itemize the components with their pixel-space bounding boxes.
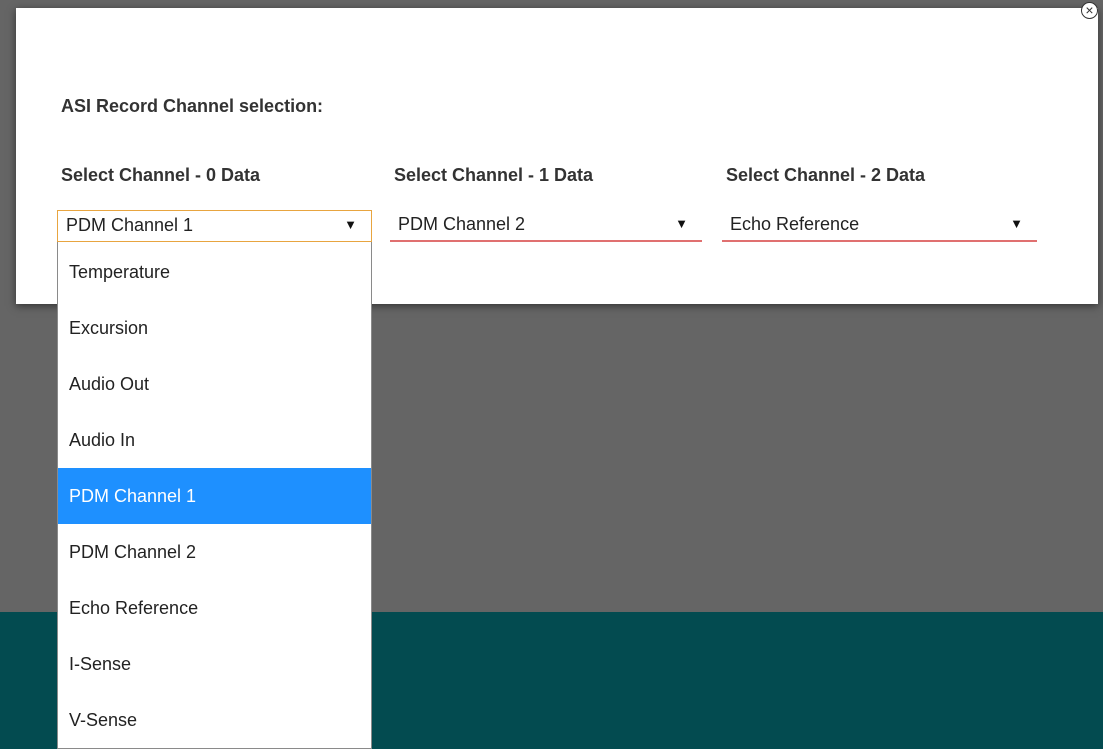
dropdown-option-audio-out[interactable]: Audio Out bbox=[58, 356, 371, 412]
channel-2-label: Select Channel - 2 Data bbox=[726, 165, 926, 185]
dropdown-option-audio-in[interactable]: Audio In bbox=[58, 412, 371, 468]
channel-0-value: PDM Channel 1 bbox=[66, 215, 194, 235]
dropdown-option-excursion[interactable]: Excursion bbox=[58, 300, 371, 356]
close-icon[interactable]: × bbox=[1081, 2, 1098, 19]
dropdown-option-v-sense[interactable]: V-Sense bbox=[58, 692, 371, 748]
channel-1-select[interactable]: PDM Channel 2 ▼ bbox=[390, 210, 702, 242]
chevron-down-icon: ▼ bbox=[1010, 216, 1023, 231]
dropdown-option-pdm-channel-2[interactable]: PDM Channel 2 bbox=[58, 524, 371, 580]
dialog-title: ASI Record Channel selection: bbox=[61, 96, 324, 116]
channel-2-select[interactable]: Echo Reference ▼ bbox=[722, 210, 1037, 242]
dropdown-option-i-sense[interactable]: I-Sense bbox=[58, 636, 371, 692]
chevron-down-icon: ▼ bbox=[344, 217, 357, 232]
channel-0-select[interactable]: PDM Channel 1 ▼ bbox=[57, 210, 372, 242]
dropdown-option-temperature[interactable]: Temperature bbox=[58, 244, 371, 300]
channel-0-label: Select Channel - 0 Data bbox=[61, 165, 261, 185]
dropdown-option-pdm-channel-1[interactable]: PDM Channel 1 bbox=[58, 468, 371, 524]
channel-1-value: PDM Channel 2 bbox=[398, 214, 526, 234]
dropdown-option-echo-reference[interactable]: Echo Reference bbox=[58, 580, 371, 636]
chevron-down-icon: ▼ bbox=[675, 216, 688, 231]
channel-1-label: Select Channel - 1 Data bbox=[394, 165, 594, 185]
channel-0-dropdown-list: Temperature Excursion Audio Out Audio In… bbox=[57, 242, 372, 749]
channel-2-value: Echo Reference bbox=[730, 214, 860, 234]
